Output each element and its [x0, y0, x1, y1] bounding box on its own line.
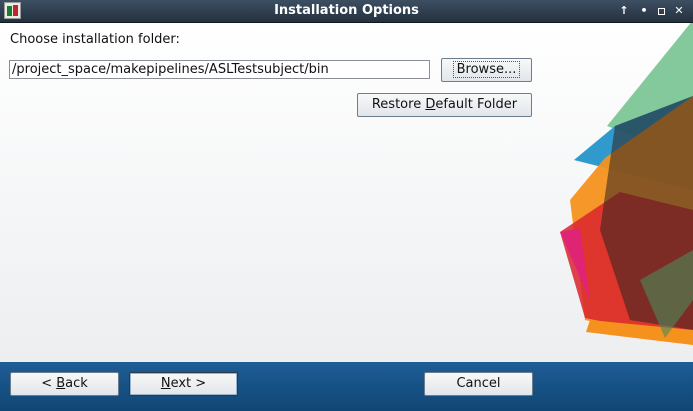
minimize-icon[interactable]: • — [636, 2, 652, 20]
options-panel: Choose installation folder: Browse... Re… — [0, 23, 693, 363]
restore-label-pre: Restore — [371, 97, 426, 112]
keep-above-icon[interactable]: ↑ — [616, 2, 632, 20]
window-title: Installation Options — [274, 3, 419, 18]
cancel-button[interactable]: Cancel — [424, 372, 533, 396]
browse-button[interactable]: Browse... — [441, 58, 532, 82]
browse-label: Browse... — [452, 61, 521, 78]
title-bar: Installation Options ↑ • ✕ — [0, 0, 693, 23]
back-button[interactable]: < Back — [10, 372, 119, 396]
back-label-accel: B — [56, 376, 66, 391]
next-label-accel: N — [160, 376, 171, 391]
close-icon[interactable]: ✕ — [671, 2, 687, 20]
folder-label: Choose installation folder: — [10, 32, 180, 47]
button-bar: < Back Next > Cancel — [0, 362, 693, 411]
install-folder-input[interactable] — [9, 60, 430, 79]
back-label-post: ack — [65, 376, 88, 391]
back-label-pre: < — [41, 376, 57, 391]
restore-label-accel: D — [425, 97, 436, 112]
restore-default-folder-button[interactable]: Restore Default Folder — [357, 93, 532, 117]
next-button[interactable]: Next > — [129, 372, 238, 396]
maximize-icon[interactable] — [653, 2, 669, 20]
next-label-post: ext > — [170, 376, 207, 391]
restore-label-post: efault Folder — [435, 97, 518, 112]
